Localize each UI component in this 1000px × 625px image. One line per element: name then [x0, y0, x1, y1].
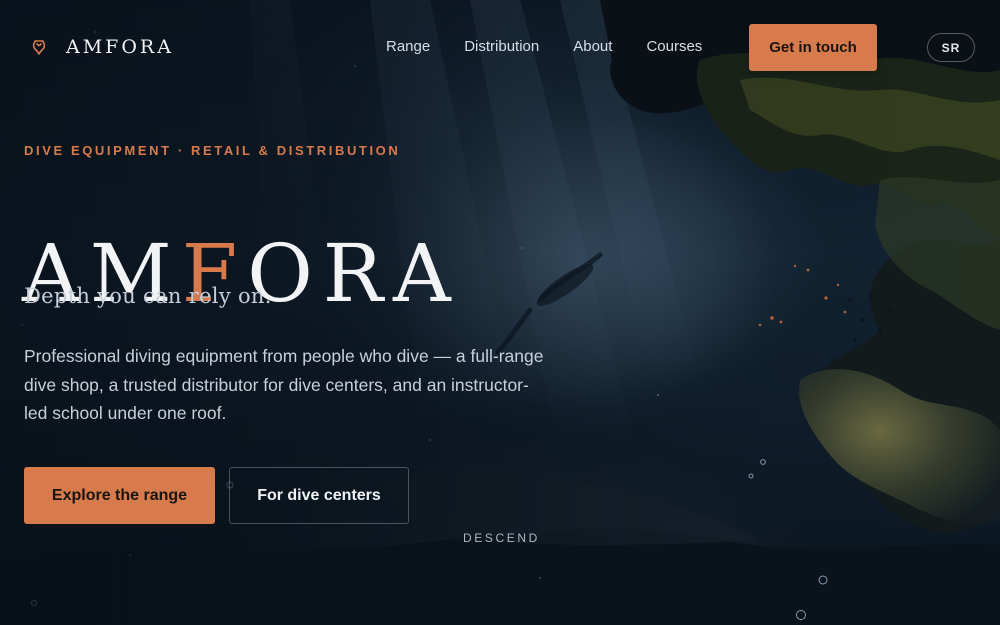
- hero-description: Professional diving equipment from peopl…: [24, 346, 544, 423]
- scroll-hint[interactable]: DESCEND: [463, 531, 540, 545]
- nav-link-courses[interactable]: Courses: [646, 38, 702, 55]
- explore-range-button[interactable]: Explore the range: [24, 467, 215, 524]
- amphora-icon: [32, 40, 46, 55]
- nav-link-about[interactable]: About: [573, 38, 612, 55]
- site-header: AMFORA Range Distribution About Courses …: [0, 0, 1000, 96]
- hero-eyebrow: DIVE EQUIPMENT · RETAIL & DISTRIBUTION: [24, 143, 401, 158]
- brand-logo[interactable]: AMFORA: [30, 36, 174, 58]
- dive-centers-button[interactable]: For dive centers: [229, 467, 409, 524]
- language-switcher[interactable]: SR: [927, 33, 975, 62]
- get-in-touch-button[interactable]: Get in touch: [749, 24, 877, 71]
- nav-link-range[interactable]: Range: [386, 38, 430, 55]
- brand-name: AMFORA: [66, 36, 174, 58]
- hero-title-part2: ORA: [247, 226, 461, 320]
- nav-link-distribution[interactable]: Distribution: [464, 38, 539, 55]
- main-nav: Range Distribution About Courses: [386, 38, 702, 55]
- hero-tagline: Depth you can rely on.: [24, 284, 272, 308]
